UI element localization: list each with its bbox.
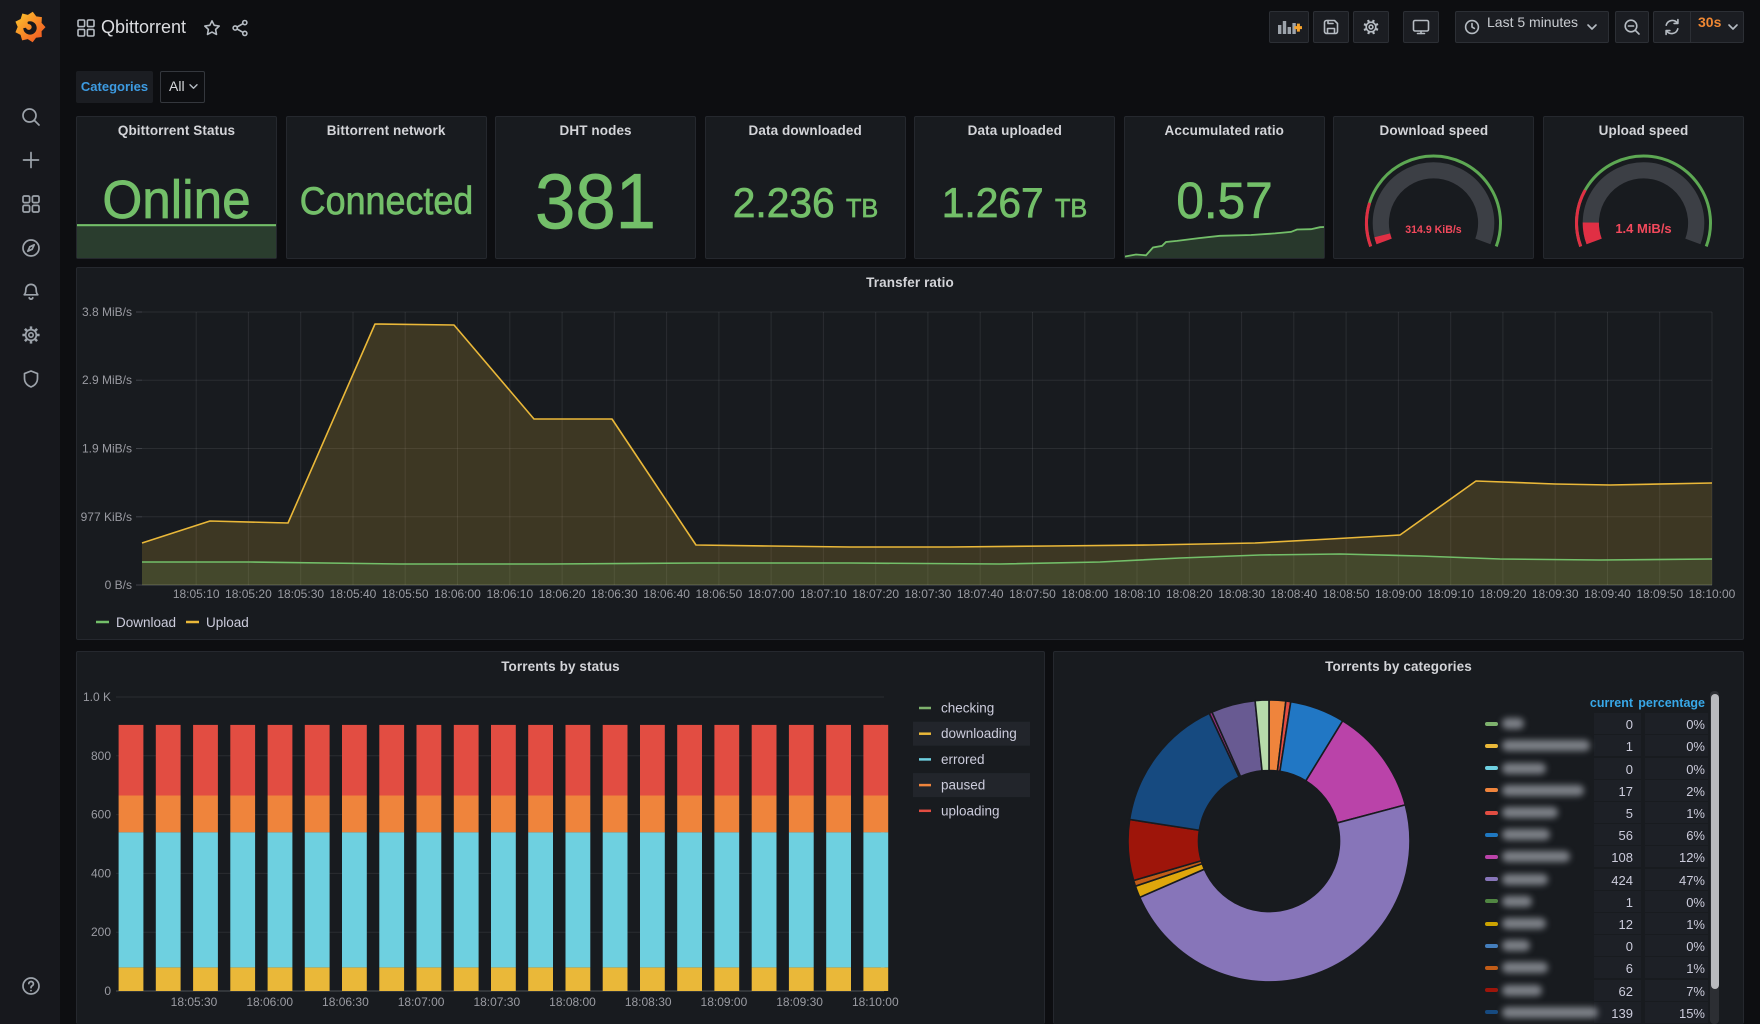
svg-text:314.9 KiB/s: 314.9 KiB/s xyxy=(1406,224,1462,236)
svg-text:paused: paused xyxy=(941,778,985,793)
svg-text:18:05:20: 18:05:20 xyxy=(225,587,272,601)
svg-text:18:06:30: 18:06:30 xyxy=(591,587,638,601)
svg-text:18:08:00: 18:08:00 xyxy=(549,995,596,1009)
svg-text:18:05:30: 18:05:30 xyxy=(171,995,218,1009)
svg-text:Download: Download xyxy=(116,615,176,630)
svg-text:18:06:50: 18:06:50 xyxy=(696,587,743,601)
svg-text:3.8 MiB/s: 3.8 MiB/s xyxy=(82,305,132,319)
svg-text:18:08:20: 18:08:20 xyxy=(1166,587,1213,601)
svg-text:600: 600 xyxy=(91,808,111,822)
svg-text:18:09:30: 18:09:30 xyxy=(776,995,823,1009)
svg-text:1.4 MiB/s: 1.4 MiB/s xyxy=(1615,221,1671,236)
svg-text:18:09:20: 18:09:20 xyxy=(1480,587,1527,601)
svg-text:18:07:50: 18:07:50 xyxy=(1009,587,1056,601)
svg-text:0 B/s: 0 B/s xyxy=(105,578,132,592)
svg-text:18:10:00: 18:10:00 xyxy=(1689,587,1736,601)
svg-text:uploading: uploading xyxy=(941,803,1000,818)
svg-text:checking: checking xyxy=(941,701,994,716)
svg-text:18:06:30: 18:06:30 xyxy=(322,995,369,1009)
svg-text:2.9 MiB/s: 2.9 MiB/s xyxy=(82,373,132,387)
svg-text:18:05:30: 18:05:30 xyxy=(277,587,324,601)
svg-text:800: 800 xyxy=(91,749,111,763)
svg-text:18:06:00: 18:06:00 xyxy=(434,587,481,601)
svg-text:1.9 MiB/s: 1.9 MiB/s xyxy=(82,442,132,456)
svg-text:1.0 K: 1.0 K xyxy=(83,690,111,704)
svg-text:downloading: downloading xyxy=(941,726,1017,741)
svg-text:Upload: Upload xyxy=(206,615,249,630)
svg-text:200: 200 xyxy=(91,925,111,939)
svg-text:18:09:00: 18:09:00 xyxy=(701,995,748,1009)
svg-text:18:07:30: 18:07:30 xyxy=(905,587,952,601)
svg-text:18:07:00: 18:07:00 xyxy=(748,587,795,601)
svg-text:18:06:40: 18:06:40 xyxy=(643,587,690,601)
svg-text:18:05:50: 18:05:50 xyxy=(382,587,429,601)
svg-text:18:08:00: 18:08:00 xyxy=(1061,587,1108,601)
svg-text:18:07:40: 18:07:40 xyxy=(957,587,1004,601)
svg-text:18:05:40: 18:05:40 xyxy=(330,587,377,601)
svg-text:400: 400 xyxy=(91,866,111,880)
svg-text:18:06:20: 18:06:20 xyxy=(539,587,586,601)
svg-text:18:08:30: 18:08:30 xyxy=(625,995,672,1009)
svg-text:0: 0 xyxy=(104,984,111,998)
svg-text:18:08:50: 18:08:50 xyxy=(1323,587,1370,601)
svg-text:18:09:40: 18:09:40 xyxy=(1584,587,1631,601)
svg-text:18:05:10: 18:05:10 xyxy=(173,587,220,601)
svg-text:18:07:10: 18:07:10 xyxy=(800,587,847,601)
svg-text:18:10:00: 18:10:00 xyxy=(852,995,899,1009)
svg-text:18:09:10: 18:09:10 xyxy=(1427,587,1474,601)
svg-text:18:09:30: 18:09:30 xyxy=(1532,587,1579,601)
svg-text:18:06:00: 18:06:00 xyxy=(246,995,293,1009)
svg-text:18:08:10: 18:08:10 xyxy=(1114,587,1161,601)
svg-text:18:07:00: 18:07:00 xyxy=(398,995,445,1009)
svg-text:18:08:30: 18:08:30 xyxy=(1218,587,1265,601)
svg-text:18:08:40: 18:08:40 xyxy=(1270,587,1317,601)
svg-text:18:09:00: 18:09:00 xyxy=(1375,587,1422,601)
svg-text:errored: errored xyxy=(941,752,985,767)
svg-text:977 KiB/s: 977 KiB/s xyxy=(81,510,132,524)
svg-text:18:09:50: 18:09:50 xyxy=(1636,587,1683,601)
svg-text:18:07:30: 18:07:30 xyxy=(473,995,520,1009)
svg-text:18:07:20: 18:07:20 xyxy=(852,587,899,601)
svg-text:18:06:10: 18:06:10 xyxy=(486,587,533,601)
